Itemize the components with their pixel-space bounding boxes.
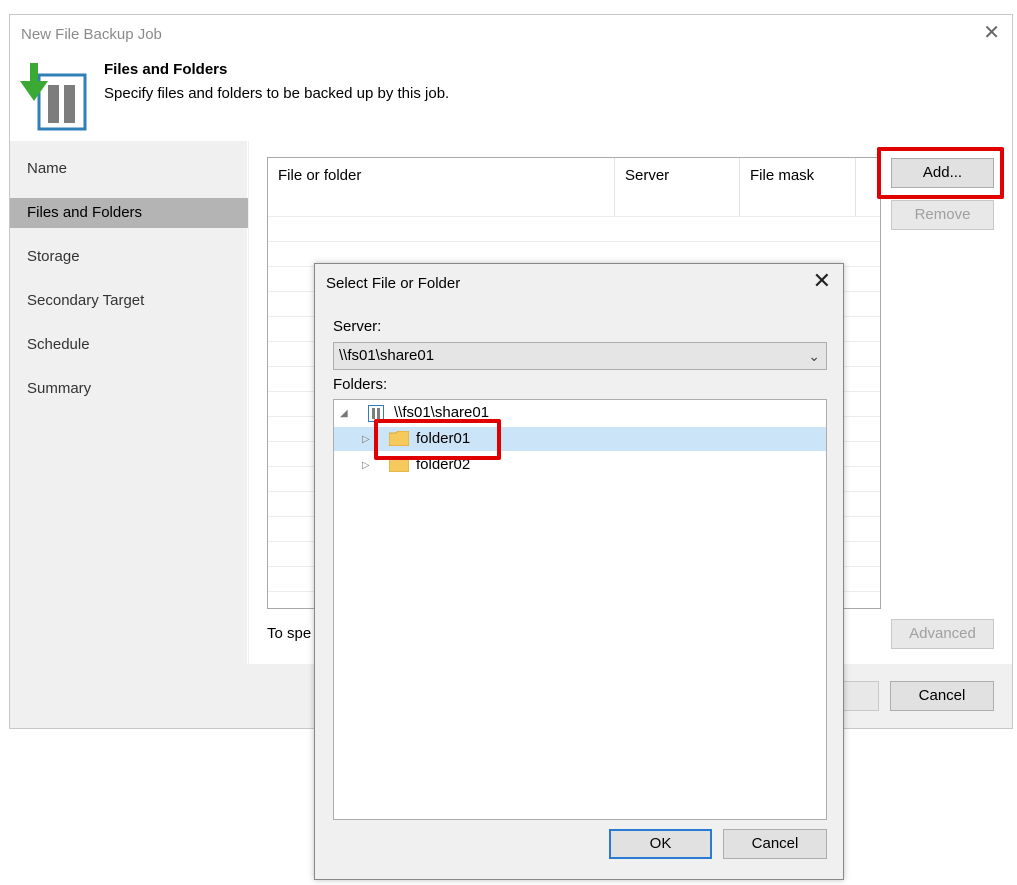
collapse-arrow-icon[interactable]: ◢ [340, 402, 348, 426]
nav-item-files-and-folders[interactable]: Files and Folders [10, 198, 248, 228]
share-icon [368, 405, 384, 422]
hint-text: To spe [267, 625, 312, 642]
column-header-file-mask[interactable]: File mask [740, 158, 856, 216]
dialog-close-icon[interactable]: ✕ [813, 270, 831, 292]
tree-item-label: folder02 [416, 456, 471, 473]
server-label: Server: [333, 318, 382, 335]
backup-job-icon [20, 63, 87, 131]
select-file-dialog: Select File or Folder ✕ Server: \\fs01\s… [314, 263, 844, 880]
expand-arrow-icon[interactable]: ▷ [362, 454, 370, 478]
nav-item-secondary-target[interactable]: Secondary Target [10, 286, 248, 316]
nav-item-schedule[interactable]: Schedule [10, 330, 248, 360]
nav-item-storage[interactable]: Storage [10, 242, 248, 272]
wizard-nav: Name Files and Folders Storage Secondary… [10, 141, 248, 664]
dialog-cancel-button[interactable]: Cancel [723, 829, 827, 859]
window-close-icon[interactable]: ✕ [983, 23, 1000, 43]
chevron-down-icon: ⌄ [808, 348, 820, 364]
tree-item-label: \\fs01\share01 [394, 404, 490, 421]
add-button[interactable]: Add... [891, 158, 994, 188]
expand-arrow-icon[interactable]: ▷ [362, 428, 370, 452]
column-header-file-or-folder[interactable]: File or folder [268, 158, 615, 216]
tree-item-label: folder01 [416, 430, 471, 447]
folder-icon [389, 431, 409, 446]
nav-item-summary[interactable]: Summary [10, 374, 248, 404]
nav-item-name[interactable]: Name [10, 154, 248, 184]
folder-icon [389, 457, 409, 472]
window-title: New File Backup Job [21, 26, 162, 43]
header-title: Files and Folders [104, 61, 228, 78]
remove-button[interactable]: Remove [891, 200, 994, 230]
grid-row-line [268, 241, 880, 242]
tree-item-share[interactable]: ◢ \\fs01\share01 [334, 401, 826, 425]
header-subtitle: Specify files and folders to be backed u… [104, 85, 450, 102]
grid-row-line [268, 216, 880, 217]
folders-label: Folders: [333, 376, 388, 393]
column-header-server[interactable]: Server [615, 158, 740, 216]
dialog-title: Select File or Folder [326, 275, 461, 292]
cancel-button[interactable]: Cancel [890, 681, 994, 711]
tree-item-folder02[interactable]: ▷ folder02 [334, 453, 826, 477]
server-select[interactable]: \\fs01\share01 ⌄ [333, 342, 827, 370]
advanced-button[interactable]: Advanced [891, 619, 994, 649]
tree-item-folder01[interactable]: ▷ folder01 [334, 427, 826, 451]
ok-button[interactable]: OK [609, 829, 712, 859]
server-value: \\fs01\share01 [339, 347, 435, 364]
folder-tree[interactable]: ◢ \\fs01\share01 ▷ folder01 ▷ folder02 [333, 399, 827, 820]
